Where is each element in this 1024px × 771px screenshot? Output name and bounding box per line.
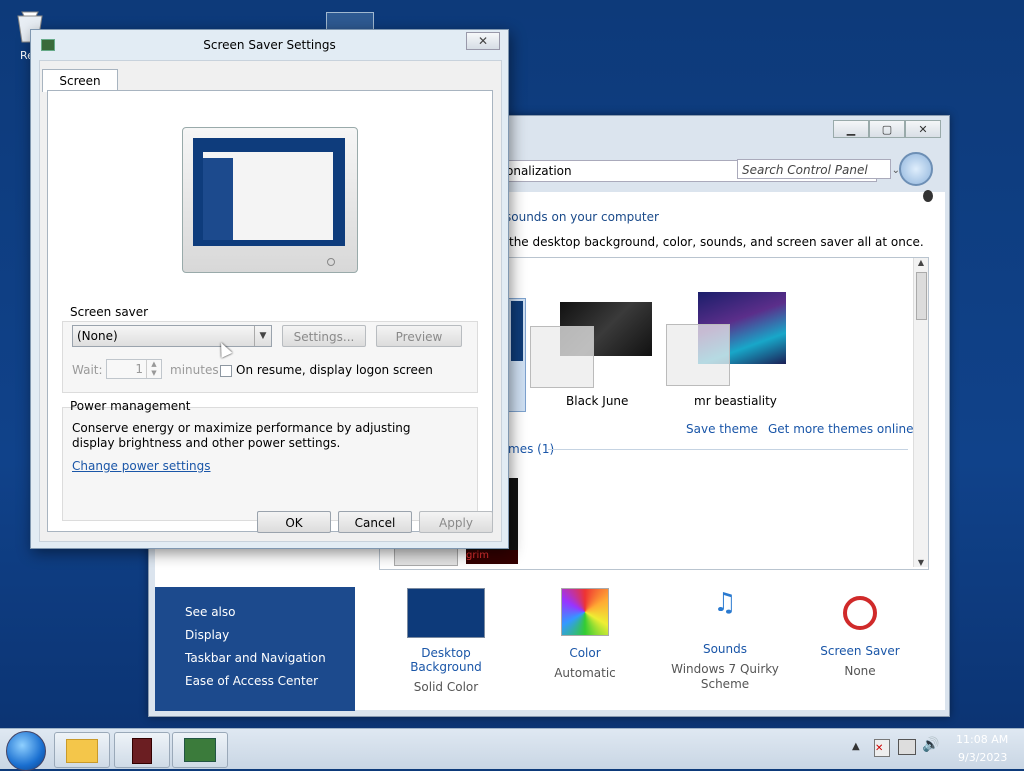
sounds-item[interactable]: ♫ Sounds Windows 7 Quirky Scheme (665, 588, 785, 692)
screen-saver-selected: (None) (77, 329, 118, 343)
search-input[interactable]: Search Control Panel (737, 159, 891, 179)
scrollbar-thumb[interactable] (916, 272, 927, 320)
selected-theme-edge[interactable] (508, 298, 526, 412)
heading: sounds on your computer (505, 210, 659, 224)
scrollbar-down-icon[interactable]: ▼ (914, 558, 928, 567)
spinner-arrows-icon[interactable]: ▲ ▼ (146, 360, 161, 378)
preview-button[interactable]: Preview (376, 325, 462, 347)
settings-button[interactable]: Settings... (282, 325, 366, 347)
screen-saver-select[interactable]: (None) ▼ (72, 325, 272, 347)
theme-black-june[interactable]: Black June (530, 298, 654, 410)
see-also-taskbar[interactable]: Taskbar and Navigation (185, 651, 326, 665)
clock-date[interactable]: 9/3/2023 (958, 751, 1007, 764)
network-icon[interactable] (898, 739, 916, 755)
desktop-background-value: Solid Color (413, 680, 479, 694)
section-divider (548, 449, 908, 450)
chevron-down-icon[interactable]: ▼ (254, 326, 271, 346)
screen-saver-panel: Screen saver (None) ▼ Settings... Previe… (47, 90, 493, 532)
address-text: onalization (506, 164, 572, 178)
control-panel-icon (184, 738, 216, 762)
screen-saver-item[interactable]: Screen Saver None (815, 588, 905, 678)
tab-screen-saver[interactable]: Screen Saver (42, 69, 118, 110)
change-power-settings-link[interactable]: Change power settings (72, 459, 211, 473)
screen-saver-label: Screen saver (70, 305, 149, 319)
show-hidden-icons-icon[interactable]: ▲ (852, 741, 860, 752)
see-also-title: See also (185, 605, 236, 619)
save-theme-link[interactable]: Save theme (686, 422, 758, 436)
color-value: Automatic (554, 666, 616, 680)
resume-checkbox[interactable] (220, 365, 232, 377)
subheading: the desktop background, color, sounds, a… (509, 235, 924, 249)
ok-button[interactable]: OK (257, 511, 331, 533)
see-also-panel: See also Display Taskbar and Navigation … (155, 587, 355, 711)
more-themes-link[interactable]: Get more themes online (768, 422, 914, 436)
power-management-title: Power management (70, 399, 191, 413)
monitor-preview (182, 127, 358, 273)
theme-label: mr beastiality (694, 394, 777, 408)
wait-spinner[interactable]: 1 ▲ ▼ (106, 359, 162, 379)
minimize-button[interactable]: ▁ (833, 120, 869, 138)
minutes-label: minutes (170, 363, 219, 377)
wait-value: 1 (135, 362, 143, 376)
window-controls: ▁ ▢ ✕ (833, 120, 941, 138)
screen-saver-icon (837, 588, 883, 634)
theme-label: Black June (566, 394, 629, 408)
theme-color-swatch (530, 326, 594, 388)
see-also-display[interactable]: Display (185, 628, 229, 642)
apply-button[interactable]: Apply (419, 511, 493, 533)
sounds-label: Sounds (702, 642, 748, 656)
scrollbar-up-icon[interactable]: ▲ (914, 258, 928, 267)
see-also-ease-of-access[interactable]: Ease of Access Center (185, 674, 318, 688)
screen-saver-label: Screen Saver (820, 644, 900, 658)
theme-mr-beastiality[interactable]: mr beastiality (666, 292, 790, 410)
control-panel-taskbar-button[interactable] (172, 732, 228, 768)
power-management-text: Conserve energy or maximize performance … (72, 421, 411, 450)
search-icon[interactable] (899, 152, 933, 186)
theme-color-swatch (666, 324, 730, 386)
sounds-icon: ♫ (713, 588, 737, 618)
start-button[interactable] (6, 731, 46, 771)
sounds-value: Windows 7 Quirky Scheme (671, 662, 779, 691)
scrollbar[interactable]: ▲ ▼ (913, 258, 928, 567)
resume-label: On resume, display logon screen (236, 363, 433, 377)
color-palette-icon (561, 588, 609, 636)
volume-icon[interactable]: 🔊 (922, 737, 939, 753)
action-center-icon[interactable]: ✕ (874, 739, 890, 757)
color-item[interactable]: Color Automatic (535, 588, 635, 680)
app-icon (132, 738, 152, 764)
dialog-title: Screen Saver Settings (203, 38, 336, 52)
monitor-power-button (327, 258, 335, 266)
wait-label: Wait: (72, 363, 103, 377)
screen-saver-value: None (844, 664, 876, 678)
desktop: Rec ▁ ▢ ✕ onalization ⌄ ↻ Search Control… (0, 0, 1024, 771)
folder-icon (66, 739, 98, 763)
preview-screen (193, 138, 345, 246)
maximize-button[interactable]: ▢ (869, 120, 905, 138)
app-taskbar-button[interactable] (114, 732, 170, 768)
desktop-background-item[interactable]: Desktop Background Solid Color (385, 588, 507, 694)
desktop-background-label: Desktop Background (410, 646, 482, 674)
taskbar: ▲ ✕ 🔊 11:08 AM 9/3/2023 (0, 728, 1024, 771)
close-button[interactable]: ✕ (905, 120, 941, 138)
explorer-taskbar-button[interactable] (54, 732, 110, 768)
dialog-close-button[interactable]: ✕ (466, 32, 500, 50)
color-label: Color (569, 646, 601, 660)
cancel-button[interactable]: Cancel (338, 511, 412, 533)
clock-time[interactable]: 11:08 AM (956, 733, 1008, 746)
screen-saver-dialog: Screen Saver Settings ✕ Screen Saver Scr… (30, 29, 509, 549)
alien-icon (923, 190, 933, 202)
desktop-background-swatch (407, 588, 485, 638)
